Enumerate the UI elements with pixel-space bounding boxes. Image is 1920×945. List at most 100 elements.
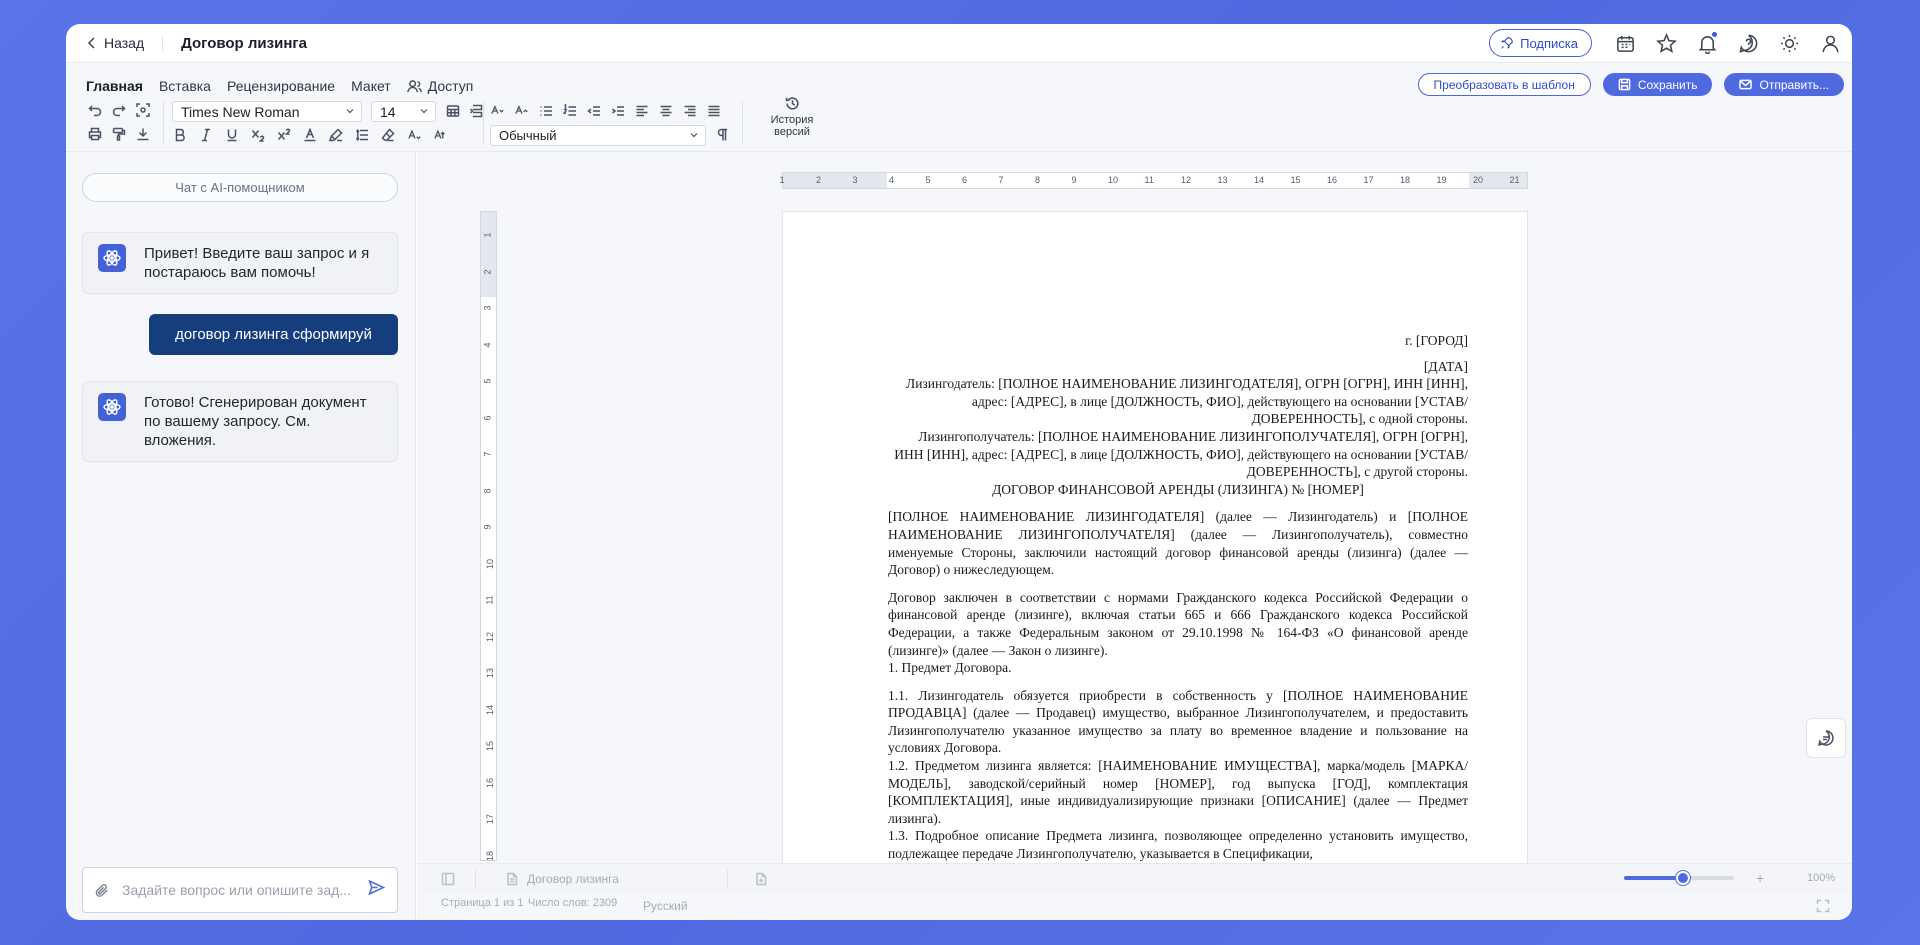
status-bar: Страница 1 из 1 Число слов: 2309 Русский: [417, 893, 1852, 920]
outdent-button[interactable]: [586, 103, 602, 119]
align-left-button[interactable]: [634, 103, 650, 119]
page-break-button[interactable]: [468, 103, 484, 119]
ruler-number: 6: [482, 414, 493, 421]
bold-button[interactable]: [172, 127, 188, 143]
font-size-select[interactable]: 14: [371, 101, 436, 122]
comments-button[interactable]: [1806, 718, 1846, 758]
theme-toggle-button[interactable]: [1777, 31, 1801, 55]
tab-home[interactable]: Главная: [86, 78, 143, 94]
doc-date: [ДАТА]: [1423, 358, 1468, 374]
convert-to-template-button[interactable]: Преобразовать в шаблон: [1417, 73, 1591, 96]
undo-button[interactable]: [87, 102, 103, 118]
redo-button[interactable]: [111, 102, 127, 118]
highlight-button[interactable]: [328, 127, 344, 143]
indent-button[interactable]: [610, 103, 626, 119]
zoom-slider[interactable]: [1624, 871, 1734, 885]
bullet-list-button[interactable]: [538, 103, 554, 119]
send-button[interactable]: Отправить...: [1724, 73, 1844, 96]
underline-button[interactable]: [224, 127, 240, 143]
print-icon: [88, 127, 102, 141]
text-color-icon: [304, 128, 316, 142]
favorites-button[interactable]: [1654, 31, 1678, 55]
paperclip-icon[interactable]: [95, 883, 110, 898]
print-button[interactable]: [87, 126, 103, 142]
subscript-button[interactable]: [250, 127, 266, 143]
select-all-button[interactable]: [135, 102, 151, 118]
ai-chat-panel: Чат с AI-помощником Привет! Введите ваш …: [66, 152, 416, 920]
font-decrease-icon: [408, 129, 421, 140]
format-painter-button[interactable]: [111, 126, 127, 142]
zoom-slider-fill: [1624, 876, 1684, 880]
ruler-number: 18: [1400, 175, 1411, 185]
highlighter-icon: [329, 128, 343, 142]
ruler-number: 15: [485, 740, 496, 752]
document-body[interactable]: г. [ГОРОД] [ДАТА] Лизингодатель: [ПОЛНОЕ…: [888, 332, 1468, 863]
subscription-label: Подписка: [1520, 35, 1578, 51]
paragraph-style-select[interactable]: Обычный: [490, 125, 706, 146]
increase-font-button[interactable]: [432, 127, 450, 143]
ruler-number: 6: [962, 175, 968, 185]
ruler-number: 2: [816, 175, 822, 185]
chevron-left-icon: [87, 37, 95, 49]
case-up-button[interactable]: [514, 103, 530, 119]
pilcrow-icon: [717, 128, 727, 141]
text-color-button[interactable]: [302, 127, 318, 143]
ruler-number: 14: [485, 704, 496, 715]
ruler-number: 12: [485, 631, 496, 642]
new-document-button[interactable]: [754, 872, 768, 886]
vertical-ruler[interactable]: 1 2 3 4 5 6 7 8 9 10 11 12 13 14 15 16 17 18: [480, 211, 497, 861]
line-spacing-button[interactable]: [354, 127, 370, 143]
align-center-button[interactable]: [658, 103, 674, 119]
superscript-button[interactable]: [276, 127, 292, 143]
back-button[interactable]: Назад: [86, 35, 144, 51]
italic-button[interactable]: [198, 127, 214, 143]
font-size-value: 14: [380, 103, 396, 120]
table-button[interactable]: [445, 103, 461, 119]
ruler-number: 9: [1071, 175, 1077, 185]
clear-format-button[interactable]: [380, 127, 396, 143]
notifications-button[interactable]: [1695, 31, 1719, 55]
chevron-down-icon: [346, 109, 354, 114]
fullscreen-button[interactable]: [1816, 899, 1830, 913]
align-left-icon: [636, 105, 648, 117]
language-selector[interactable]: Русский: [643, 899, 688, 913]
zoom-slider-handle[interactable]: [1676, 871, 1691, 885]
tab-layout[interactable]: Макет: [351, 78, 391, 94]
toggle-sidebar-button[interactable]: [441, 872, 455, 886]
ruler-number: 2: [482, 268, 493, 275]
help-button[interactable]: [1736, 31, 1760, 55]
document-page[interactable]: г. [ГОРОД] [ДАТА] Лизингодатель: [ПОЛНОЕ…: [782, 211, 1528, 864]
ruler-number: 8: [1035, 175, 1041, 185]
horizontal-ruler[interactable]: 1 2 3 4 5 6 7 8 9 10 11 12 13 14 15 16 17 18 19 20 21: [780, 172, 1528, 189]
tab-insert[interactable]: Вставка: [159, 78, 211, 94]
ruler-number: 17: [485, 813, 496, 825]
chat-input[interactable]: [122, 882, 356, 898]
select-area-icon: [136, 103, 150, 117]
calendar-button[interactable]: [1613, 31, 1637, 55]
download-icon: [137, 128, 149, 141]
ribbon-tabs: Главная Вставка Рецензирование Макет Дос…: [86, 78, 473, 94]
file-add-icon: [756, 872, 767, 886]
subscription-button[interactable]: Подписка: [1489, 29, 1592, 57]
version-history-button[interactable]: История версий: [764, 96, 820, 138]
numbered-list-button[interactable]: [562, 103, 578, 119]
doc-heading: ДОГОВОР ФИНАНСОВОЙ АРЕНДЫ (ЛИЗИНГА) № [Н…: [992, 481, 1364, 497]
case-down-button[interactable]: [490, 103, 506, 119]
document-tab[interactable]: Договор лизинга: [505, 872, 619, 886]
tab-review[interactable]: Рецензирование: [227, 78, 335, 94]
send-message-button[interactable]: [368, 879, 386, 901]
decrease-font-button[interactable]: [406, 127, 424, 143]
save-button[interactable]: Сохранить: [1602, 73, 1713, 96]
align-justify-button[interactable]: [706, 103, 722, 119]
download-button[interactable]: [135, 126, 151, 142]
show-formatting-button[interactable]: [715, 127, 731, 143]
zoom-in-button[interactable]: +: [1756, 870, 1764, 886]
expand-icon: [1816, 899, 1830, 913]
align-right-button[interactable]: [682, 103, 698, 119]
font-increase-icon: [434, 129, 445, 139]
ai-chat-chip[interactable]: Чат с AI-помощником: [82, 173, 398, 202]
tab-access[interactable]: Доступ: [406, 78, 473, 94]
font-family-select[interactable]: Times New Roman: [172, 101, 362, 122]
profile-button[interactable]: [1818, 31, 1842, 55]
ruler-margin: [481, 212, 496, 297]
